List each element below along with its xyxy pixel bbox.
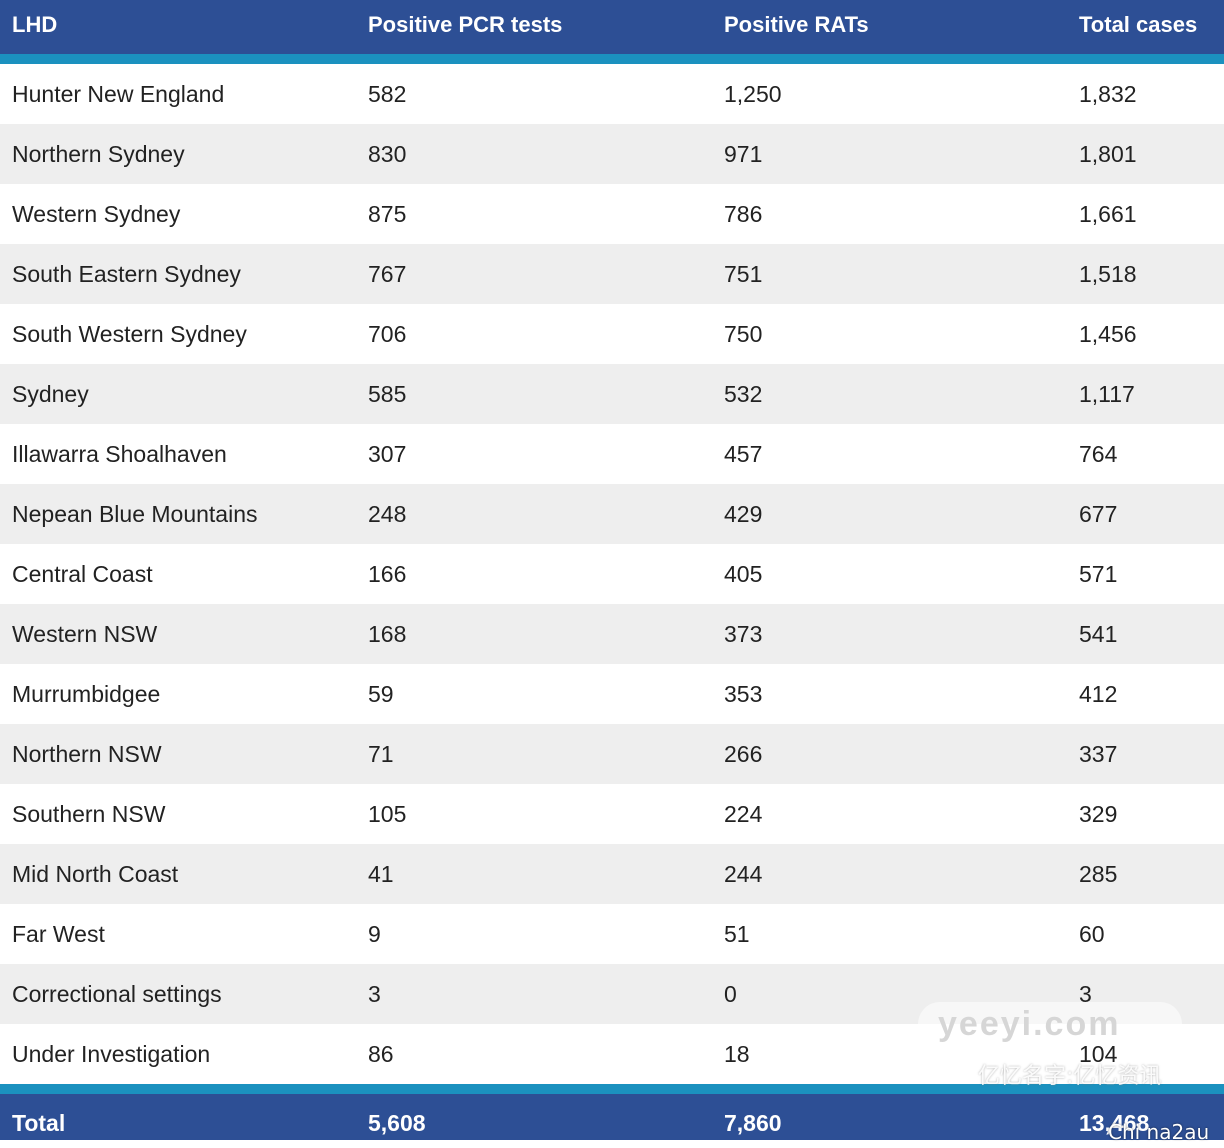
column-header-pcr: Positive PCR tests xyxy=(368,12,563,37)
table-row: Nepean Blue Mountains 248 429 677 xyxy=(0,484,1224,544)
total-cell: 1,832 xyxy=(1079,80,1137,107)
table-row: Northern NSW 71 266 337 xyxy=(0,724,1224,784)
rat-cell: 51 xyxy=(724,920,750,947)
total-cell: 541 xyxy=(1079,620,1118,647)
rat-cell: 244 xyxy=(724,860,763,887)
pcr-cell: 585 xyxy=(368,380,407,407)
watermark-corner-text: Chi na2au xyxy=(1108,1120,1210,1144)
total-cell: 412 xyxy=(1079,680,1118,707)
table-row: Central Coast 166 405 571 xyxy=(0,544,1224,604)
rat-cell: 405 xyxy=(724,560,763,587)
pcr-cell: 86 xyxy=(368,1040,394,1067)
total-cell: 677 xyxy=(1079,500,1118,527)
column-header-total: Total cases xyxy=(1079,12,1198,37)
lhd-cell: Nepean Blue Mountains xyxy=(12,500,258,527)
total-cell: 285 xyxy=(1079,860,1118,887)
table-row: Murrumbidgee 59 353 412 xyxy=(0,664,1224,724)
total-cell: 1,518 xyxy=(1079,260,1137,287)
lhd-cell: Sydney xyxy=(12,380,89,407)
lhd-cell: Southern NSW xyxy=(12,800,166,827)
rat-cell: 750 xyxy=(724,320,763,347)
table-row: South Western Sydney 706 750 1,456 xyxy=(0,304,1224,364)
rat-cell: 18 xyxy=(724,1040,750,1067)
lhd-cell: South Western Sydney xyxy=(12,320,247,347)
pcr-cell: 59 xyxy=(368,680,394,707)
table-row: Illawarra Shoalhaven 307 457 764 xyxy=(0,424,1224,484)
rat-cell: 353 xyxy=(724,680,763,707)
lhd-cell: Western Sydney xyxy=(12,200,181,227)
rat-cell: 1,250 xyxy=(724,80,782,107)
pcr-cell: 582 xyxy=(368,80,407,107)
total-cell: 571 xyxy=(1079,560,1118,587)
column-header-lhd: LHD xyxy=(12,12,58,37)
pcr-cell: 71 xyxy=(368,740,394,767)
lhd-cell: Correctional settings xyxy=(12,980,222,1007)
total-cell: 1,456 xyxy=(1079,320,1137,347)
total-cell: 1,661 xyxy=(1079,200,1137,227)
total-cell: 1,801 xyxy=(1079,140,1137,167)
rat-cell: 373 xyxy=(724,620,763,647)
pcr-cell: 307 xyxy=(368,440,407,467)
pcr-cell: 3 xyxy=(368,980,381,1007)
lhd-cell: Hunter New England xyxy=(12,80,225,107)
pcr-cell: 9 xyxy=(368,920,381,947)
pcr-cell: 830 xyxy=(368,140,407,167)
total-cell: 1,117 xyxy=(1079,380,1135,407)
watermark-logo: yeeyi.com xyxy=(918,1002,1182,1046)
table-row: Western NSW 168 373 541 xyxy=(0,604,1224,664)
rat-cell: 532 xyxy=(724,380,763,407)
pcr-cell: 168 xyxy=(368,620,407,647)
pcr-cell: 767 xyxy=(368,260,407,287)
lhd-cell: Western NSW xyxy=(12,620,158,647)
table-header-row: LHD Positive PCR tests Positive RATs Tot… xyxy=(0,0,1224,64)
lhd-cell: South Eastern Sydney xyxy=(12,260,241,287)
lhd-cell: Central Coast xyxy=(12,560,153,587)
column-header-rat: Positive RATs xyxy=(724,12,869,37)
pcr-cell: 166 xyxy=(368,560,407,587)
table-row: Mid North Coast 41 244 285 xyxy=(0,844,1224,904)
total-cell: 337 xyxy=(1079,740,1118,767)
table-row: Hunter New England 582 1,250 1,832 xyxy=(0,64,1224,124)
pcr-cell: 706 xyxy=(368,320,407,347)
total-cell: 60 xyxy=(1079,920,1105,947)
lhd-cell: Far West xyxy=(12,920,105,947)
lhd-cell: Mid North Coast xyxy=(12,860,179,887)
watermark-text: 亿忆名字:亿忆资讯 xyxy=(978,1064,1162,1089)
table-row: Western Sydney 875 786 1,661 xyxy=(0,184,1224,244)
rat-cell: 0 xyxy=(724,980,737,1007)
lhd-cell: Under Investigation xyxy=(12,1040,211,1067)
pcr-cell: 41 xyxy=(368,860,394,887)
pcr-cell: 105 xyxy=(368,800,407,827)
cases-by-lhd-table: LHD Positive PCR tests Positive RATs Tot… xyxy=(0,0,1224,1140)
rat-cell: 457 xyxy=(724,440,763,467)
total-rat: 7,860 xyxy=(724,1110,782,1136)
table-total-row: Total 5,608 7,860 13,468 xyxy=(0,1084,1224,1140)
pcr-cell: 248 xyxy=(368,500,407,527)
total-cell: 329 xyxy=(1079,800,1118,827)
lhd-cell: Murrumbidgee xyxy=(12,680,161,707)
rat-cell: 429 xyxy=(724,500,763,527)
table-row: Southern NSW 105 224 329 xyxy=(0,784,1224,844)
rat-cell: 971 xyxy=(724,140,763,167)
total-cell: 764 xyxy=(1079,440,1118,467)
total-label: Total xyxy=(12,1110,66,1136)
rat-cell: 224 xyxy=(724,800,763,827)
pcr-cell: 875 xyxy=(368,200,407,227)
lhd-cell: Northern Sydney xyxy=(12,140,185,167)
total-pcr: 5,608 xyxy=(368,1110,426,1136)
table-row: South Eastern Sydney 767 751 1,518 xyxy=(0,244,1224,304)
lhd-cell: Northern NSW xyxy=(12,740,162,767)
table-row: Far West 9 51 60 xyxy=(0,904,1224,964)
rat-cell: 751 xyxy=(724,260,763,287)
table-row: Sydney 585 532 1,117 xyxy=(0,364,1224,424)
table-row: Northern Sydney 830 971 1,801 xyxy=(0,124,1224,184)
rat-cell: 266 xyxy=(724,740,763,767)
rat-cell: 786 xyxy=(724,200,763,227)
lhd-cell: Illawarra Shoalhaven xyxy=(12,440,227,467)
